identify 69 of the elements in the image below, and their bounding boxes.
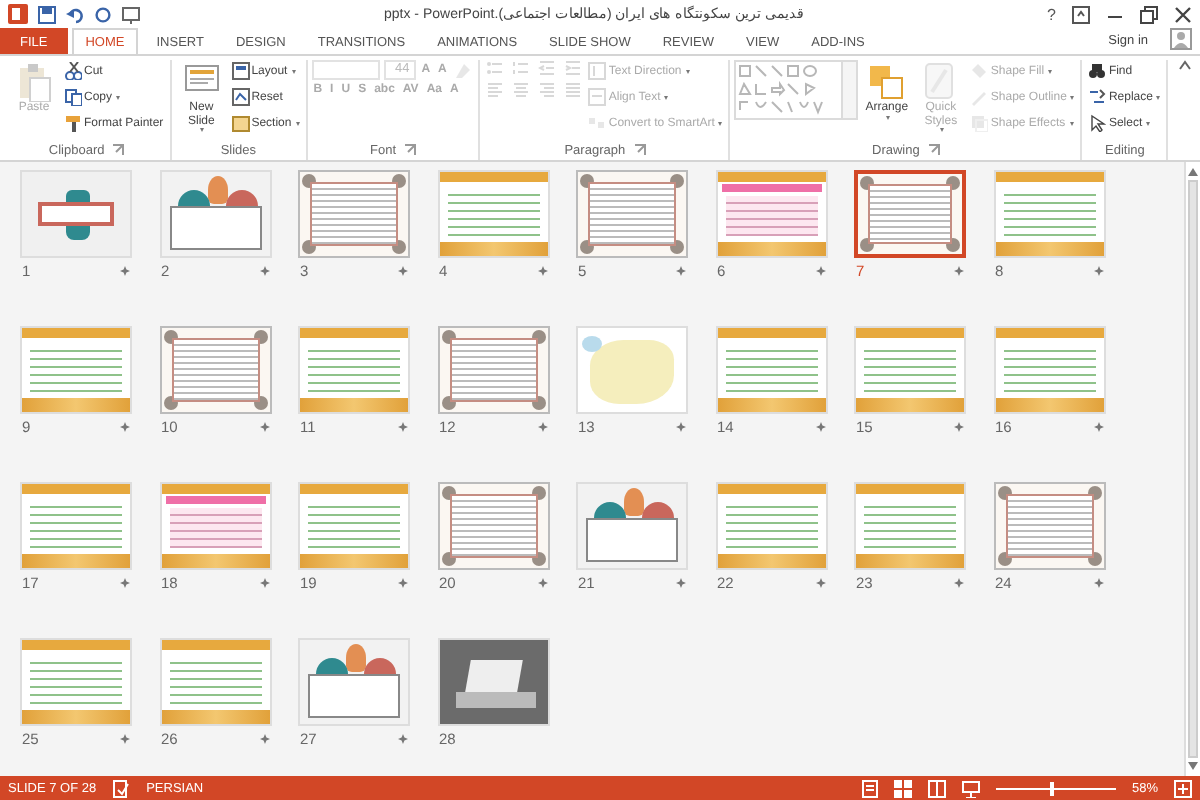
paintbrush-icon[interactable]	[64, 114, 82, 132]
transition-star-icon[interactable]	[120, 578, 130, 588]
undo-icon[interactable]	[66, 5, 84, 23]
dialog-launcher-icon[interactable]	[633, 144, 646, 156]
zoom-slider-thumb[interactable]	[1049, 781, 1054, 795]
dialog-launcher-icon[interactable]	[112, 144, 125, 156]
transition-star-icon[interactable]	[676, 422, 686, 432]
replace-icon[interactable]	[1088, 88, 1107, 106]
reset-icon[interactable]	[231, 88, 250, 106]
slideshow-icon[interactable]	[122, 5, 140, 23]
help-button[interactable]: ?	[1047, 5, 1056, 23]
transition-star-icon[interactable]	[815, 422, 825, 432]
transition-star-icon[interactable]	[398, 422, 408, 432]
spell-check-icon[interactable]	[112, 779, 131, 797]
transition-star-icon[interactable]	[815, 578, 825, 588]
transition-star-icon[interactable]	[259, 266, 269, 276]
transition-star-icon[interactable]	[537, 266, 547, 276]
transition-star-icon[interactable]	[815, 266, 825, 276]
transition-star-icon[interactable]	[1093, 578, 1103, 588]
transition-star-icon[interactable]	[537, 422, 547, 432]
transition-star-icon[interactable]	[259, 578, 269, 588]
transition-star-icon[interactable]	[259, 734, 269, 744]
slide-thumbnail[interactable]	[298, 170, 410, 258]
user-avatar-icon	[1170, 28, 1192, 50]
reading-view-icon[interactable]	[927, 779, 946, 797]
transition-star-icon[interactable]	[1093, 266, 1103, 276]
scissors-icon[interactable]	[64, 62, 82, 80]
vertical-scrollbar[interactable]	[1184, 162, 1200, 776]
dialog-launcher-icon[interactable]	[927, 144, 940, 156]
slide-thumbnail[interactable]	[437, 482, 549, 570]
scroll-down-icon[interactable]	[1188, 762, 1198, 770]
slideshow-icon[interactable]	[961, 779, 980, 797]
transition-star-icon[interactable]	[120, 734, 130, 744]
ribbon-display-icon[interactable]	[1072, 5, 1090, 23]
transition-star-icon[interactable]	[398, 578, 408, 588]
binoculars-icon[interactable]	[1088, 62, 1107, 80]
slide-thumbnail[interactable]	[854, 170, 966, 258]
stacked-squares-icon[interactable]	[866, 62, 907, 102]
scroll-thumb[interactable]	[1188, 180, 1198, 758]
transition-star-icon[interactable]	[259, 422, 269, 432]
slide-sorter-icon[interactable]	[893, 779, 912, 797]
pointer-icon[interactable]	[1088, 114, 1107, 132]
restore-icon[interactable]	[1140, 5, 1158, 23]
transition-star-icon[interactable]	[954, 266, 964, 276]
transition-star-icon[interactable]	[398, 734, 408, 744]
transition-star-icon[interactable]	[120, 266, 130, 276]
layout-icon[interactable]	[231, 62, 250, 80]
transition-star-icon[interactable]	[120, 422, 130, 432]
scroll-up-icon[interactable]	[1188, 168, 1198, 176]
transition-star-icon[interactable]	[954, 578, 964, 588]
section-icon[interactable]	[231, 114, 250, 132]
slide-thumbnail[interactable]	[576, 170, 688, 258]
transition-star-icon[interactable]	[676, 266, 686, 276]
transition-star-icon[interactable]	[537, 578, 547, 588]
powerpoint-logo-icon	[8, 4, 28, 24]
dialog-launcher-icon[interactable]	[404, 144, 417, 156]
close-icon[interactable]	[1174, 5, 1192, 23]
transition-star-icon[interactable]	[676, 578, 686, 588]
copy-icon[interactable]	[64, 88, 82, 106]
save-icon[interactable]	[38, 5, 56, 23]
transition-star-icon[interactable]	[1093, 422, 1103, 432]
collapse-ribbon-icon[interactable]	[1178, 60, 1192, 70]
transition-star-icon[interactable]	[954, 422, 964, 432]
transition-star-icon[interactable]	[398, 266, 408, 276]
slide-thumbnail[interactable]	[437, 326, 549, 414]
slide-thumbnail[interactable]	[993, 482, 1105, 570]
notes-icon[interactable]	[861, 779, 878, 797]
fit-to-window-icon[interactable]	[1174, 779, 1192, 797]
slide-thumbnail[interactable]	[159, 326, 271, 414]
